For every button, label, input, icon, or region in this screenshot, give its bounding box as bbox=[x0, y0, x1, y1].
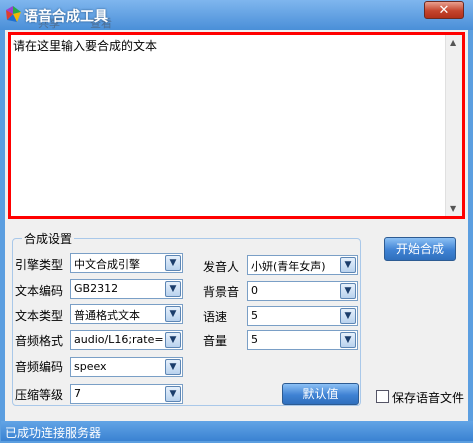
scroll-down-icon[interactable]: ▼ bbox=[450, 204, 456, 213]
title-bar[interactable]: 共享 查看 语音合成工具 ✕ bbox=[0, 0, 473, 30]
save-audio-label: 保存语音文件 bbox=[392, 391, 465, 405]
app-icon bbox=[6, 6, 21, 22]
audio-format-label: 音频格式 bbox=[15, 334, 64, 348]
audio-codec-select[interactable]: speex ▼ bbox=[70, 357, 183, 377]
scroll-up-icon[interactable]: ▲ bbox=[450, 38, 456, 47]
default-button[interactable]: 默认值 bbox=[282, 383, 359, 405]
start-synthesis-button[interactable]: 开始合成 bbox=[384, 237, 456, 261]
compression-select[interactable]: 7 ▼ bbox=[70, 384, 183, 404]
audio-format-select[interactable]: audio/L16;rate= ▼ bbox=[70, 330, 183, 350]
text-type-label: 文本类型 bbox=[15, 309, 64, 323]
speaker-select[interactable]: 小妍(青年女声) ▼ bbox=[247, 255, 358, 275]
speed-select[interactable]: 5 ▼ bbox=[247, 306, 358, 326]
synthesis-text-input[interactable]: 请在这里输入要合成的文本 bbox=[11, 35, 445, 216]
background-value: 0 bbox=[251, 284, 258, 297]
chevron-down-icon[interactable]: ▼ bbox=[340, 332, 356, 348]
background-label: 背景音 bbox=[203, 285, 240, 299]
engine-value: 中文合成引擎 bbox=[74, 258, 140, 271]
chevron-down-icon[interactable]: ▼ bbox=[340, 308, 356, 324]
chevron-down-icon[interactable]: ▼ bbox=[165, 281, 181, 297]
chevron-down-icon[interactable]: ▼ bbox=[165, 386, 181, 402]
chevron-down-icon[interactable]: ▼ bbox=[165, 306, 181, 322]
close-button[interactable]: ✕ bbox=[424, 1, 464, 19]
close-icon: ✕ bbox=[438, 3, 450, 18]
speed-label: 语速 bbox=[203, 310, 228, 324]
save-audio-checkbox[interactable] bbox=[376, 390, 389, 403]
engine-label: 引擎类型 bbox=[15, 258, 64, 272]
main-window: 共享 查看 语音合成工具 ✕ 请在这里输入要合成的文本 ▲ ▼ 合成设置 引擎类… bbox=[0, 0, 473, 443]
chevron-down-icon[interactable]: ▼ bbox=[165, 255, 181, 271]
speed-value: 5 bbox=[251, 309, 258, 322]
text-type-value: 普通格式文本 bbox=[74, 309, 140, 322]
chevron-down-icon[interactable]: ▼ bbox=[340, 257, 356, 273]
volume-label: 音量 bbox=[203, 334, 228, 348]
chevron-down-icon[interactable]: ▼ bbox=[165, 359, 181, 375]
audio-format-value: audio/L16;rate= bbox=[74, 333, 164, 346]
text-input-frame: 请在这里输入要合成的文本 ▲ ▼ bbox=[8, 32, 465, 219]
engine-select[interactable]: 中文合成引擎 ▼ bbox=[70, 253, 183, 273]
encoding-value: GB2312 bbox=[74, 282, 119, 295]
compression-value: 7 bbox=[74, 387, 81, 400]
status-text: 已成功连接服务器 bbox=[5, 426, 102, 440]
volume-select[interactable]: 5 ▼ bbox=[247, 330, 358, 350]
background-select[interactable]: 0 ▼ bbox=[247, 281, 358, 301]
client-area: 请在这里输入要合成的文本 ▲ ▼ 合成设置 引擎类型 中文合成引擎 ▼ 文本编码… bbox=[5, 30, 468, 435]
audio-codec-label: 音频编码 bbox=[15, 360, 64, 374]
window-title: 语音合成工具 bbox=[24, 9, 108, 25]
chevron-down-icon[interactable]: ▼ bbox=[340, 283, 356, 299]
compression-label: 压缩等级 bbox=[15, 388, 64, 402]
settings-group-title: 合成设置 bbox=[22, 230, 75, 247]
status-bar: 已成功连接服务器 bbox=[1, 421, 473, 441]
speaker-label: 发音人 bbox=[203, 260, 240, 274]
encoding-select[interactable]: GB2312 ▼ bbox=[70, 279, 183, 299]
audio-codec-value: speex bbox=[74, 360, 107, 373]
volume-value: 5 bbox=[251, 333, 258, 346]
text-type-select[interactable]: 普通格式文本 ▼ bbox=[70, 304, 183, 324]
speaker-value: 小妍(青年女声) bbox=[251, 260, 326, 273]
text-scrollbar[interactable]: ▲ ▼ bbox=[445, 35, 462, 216]
chevron-down-icon[interactable]: ▼ bbox=[165, 332, 181, 348]
encoding-label: 文本编码 bbox=[15, 284, 64, 298]
